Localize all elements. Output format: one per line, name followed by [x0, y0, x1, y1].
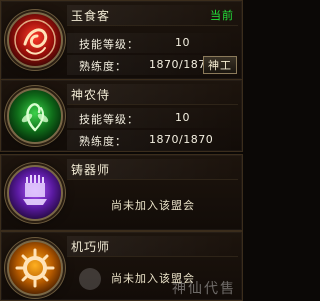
profession-title: 机巧师 — [71, 240, 111, 254]
proficiency-value: 1870/1870 — [149, 133, 214, 146]
watermark: 神仙代售 — [172, 281, 236, 297]
shengong-button[interactable]: 神工 — [203, 56, 237, 74]
skill-level-row: 技能等级： 10 — [67, 33, 238, 53]
purple-forge-emblem-icon — [7, 165, 63, 221]
proficiency-label: 熟练度： — [79, 60, 127, 73]
profession-card-jiqiaoshi: 机巧师 尚未加入该盟会 神仙代售 — [0, 231, 243, 301]
profession-title: 玉食客 — [71, 9, 111, 23]
orange-gear-emblem-icon — [7, 240, 63, 296]
green-herb-emblem-icon — [7, 88, 63, 144]
skill-level-label: 技能等级： — [79, 113, 139, 126]
profession-card-shennongshi: 神农侍 技能等级： 10 熟练度： 1870/1870 — [0, 79, 243, 152]
profession-title: 神农侍 — [71, 88, 111, 102]
watermark-logo-icon — [79, 268, 101, 290]
skill-level-value: 10 — [175, 111, 190, 124]
proficiency-label: 熟练度： — [79, 135, 127, 148]
skill-level-row: 技能等级： 10 — [67, 108, 238, 128]
red-dragon-emblem-icon — [7, 12, 63, 68]
profession-card-yushike: 玉食客 当前 技能等级： 10 熟练度： 1870/1870 神工 — [0, 0, 243, 80]
not-joined-text: 尚未加入该盟会 — [111, 199, 195, 212]
current-badge: 当前 — [210, 9, 234, 22]
profession-title: 铸器师 — [71, 163, 111, 177]
proficiency-row: 熟练度： 1870/1870 — [67, 130, 238, 150]
skill-level-value: 10 — [175, 36, 190, 49]
skill-level-label: 技能等级： — [79, 38, 139, 51]
profession-card-zhuqishi: 铸器师 尚未加入该盟会 — [0, 154, 243, 231]
